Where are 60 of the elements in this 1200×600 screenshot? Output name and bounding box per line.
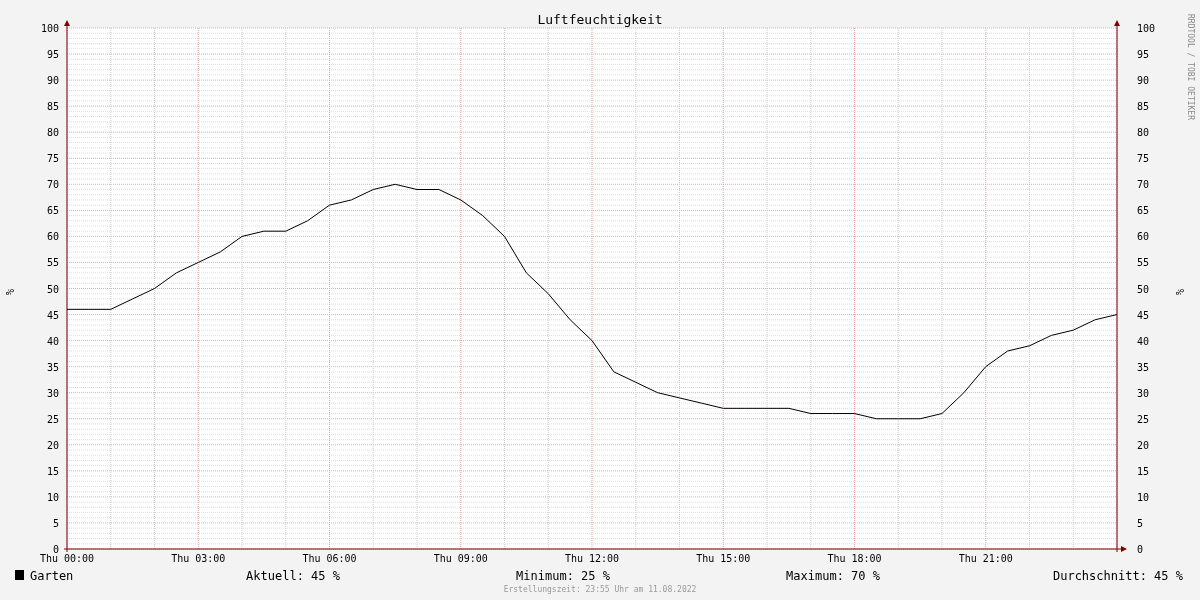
y-tick-label: 5 xyxy=(52,517,59,529)
x-tick-label: Thu 18:00 xyxy=(827,553,882,564)
chart-title: Luftfeuchtigkeit xyxy=(537,12,663,27)
stat-text: Aktuell: 45 % xyxy=(246,569,340,583)
y-tick-label: 60 xyxy=(46,231,59,243)
y-tick-label: 90 xyxy=(46,75,59,87)
y-tick-label: 85 xyxy=(46,101,59,113)
y-tick-label: 75 xyxy=(46,153,59,165)
y-tick-label: 0 xyxy=(1137,544,1144,555)
x-tick-label: Thu 12:00 xyxy=(564,553,620,564)
x-tick-label: Thu 00:00 xyxy=(39,553,95,564)
y-tick-label: 90 xyxy=(1137,75,1150,87)
y-axis-label: % xyxy=(4,289,15,296)
stat-text: Maximum: 70 % xyxy=(786,569,880,583)
y-tick-label: 100 xyxy=(1137,23,1156,34)
y-tick-label: 65 xyxy=(46,205,59,217)
y-tick-label: 20 xyxy=(1137,439,1150,451)
y-tick-label: 70 xyxy=(46,179,59,191)
y-axis-label: % xyxy=(1174,289,1185,296)
y-tick-label: 0 xyxy=(52,544,59,555)
y-tick-label: 30 xyxy=(1137,387,1150,399)
y-tick-label: 10 xyxy=(46,491,59,503)
y-tick-label: 70 xyxy=(1137,179,1150,191)
y-tick-label: 10 xyxy=(1137,491,1150,503)
y-tick-label: 55 xyxy=(46,257,59,269)
y-tick-label: 45 xyxy=(46,309,59,321)
y-tick-label: 50 xyxy=(46,283,59,295)
y-tick-label: 35 xyxy=(1137,361,1150,373)
x-tick-label: Thu 15:00 xyxy=(696,553,751,564)
y-tick-label: 15 xyxy=(1137,465,1150,477)
y-tick-label: 50 xyxy=(1137,283,1150,295)
y-tick-label: 65 xyxy=(1137,205,1150,217)
y-tick-label: 35 xyxy=(46,361,59,373)
y-tick-label: 25 xyxy=(46,413,59,425)
y-tick-label: 15 xyxy=(46,465,59,477)
y-tick-label: 80 xyxy=(46,127,59,139)
y-tick-label: 100 xyxy=(40,23,59,34)
y-tick-label: 25 xyxy=(1137,413,1150,425)
x-tick-label: Thu 09:00 xyxy=(433,553,488,564)
x-tick-label: Thu 21:00 xyxy=(958,553,1013,564)
y-tick-label: 85 xyxy=(1137,101,1150,113)
legend-label: Garten xyxy=(30,569,74,583)
y-tick-label: 45 xyxy=(1137,309,1150,321)
y-tick-label: 95 xyxy=(46,49,59,61)
y-tick-label: 75 xyxy=(1137,153,1150,165)
y-tick-label: 60 xyxy=(1137,231,1150,243)
y-tick-label: 30 xyxy=(46,387,59,399)
y-tick-label: 40 xyxy=(46,335,59,347)
watermark-text: RRDTOOL / TOBI OETIKER xyxy=(1186,14,1195,120)
x-tick-label: Thu 03:00 xyxy=(171,553,226,564)
y-tick-label: 55 xyxy=(1137,257,1150,269)
stat-text: Minimum: 25 % xyxy=(516,569,610,583)
y-tick-label: 80 xyxy=(1137,127,1150,139)
y-tick-label: 95 xyxy=(1137,49,1150,61)
y-tick-label: 20 xyxy=(46,439,59,451)
y-tick-label: 40 xyxy=(1137,335,1150,347)
footer-text: Erstellungszeit: 23:55 Uhr am 11.08.2022 xyxy=(503,585,697,594)
y-tick-label: 5 xyxy=(1137,517,1144,529)
stat-text: Durchschnitt: 45 % xyxy=(1052,569,1183,583)
x-tick-label: Thu 06:00 xyxy=(302,553,357,564)
